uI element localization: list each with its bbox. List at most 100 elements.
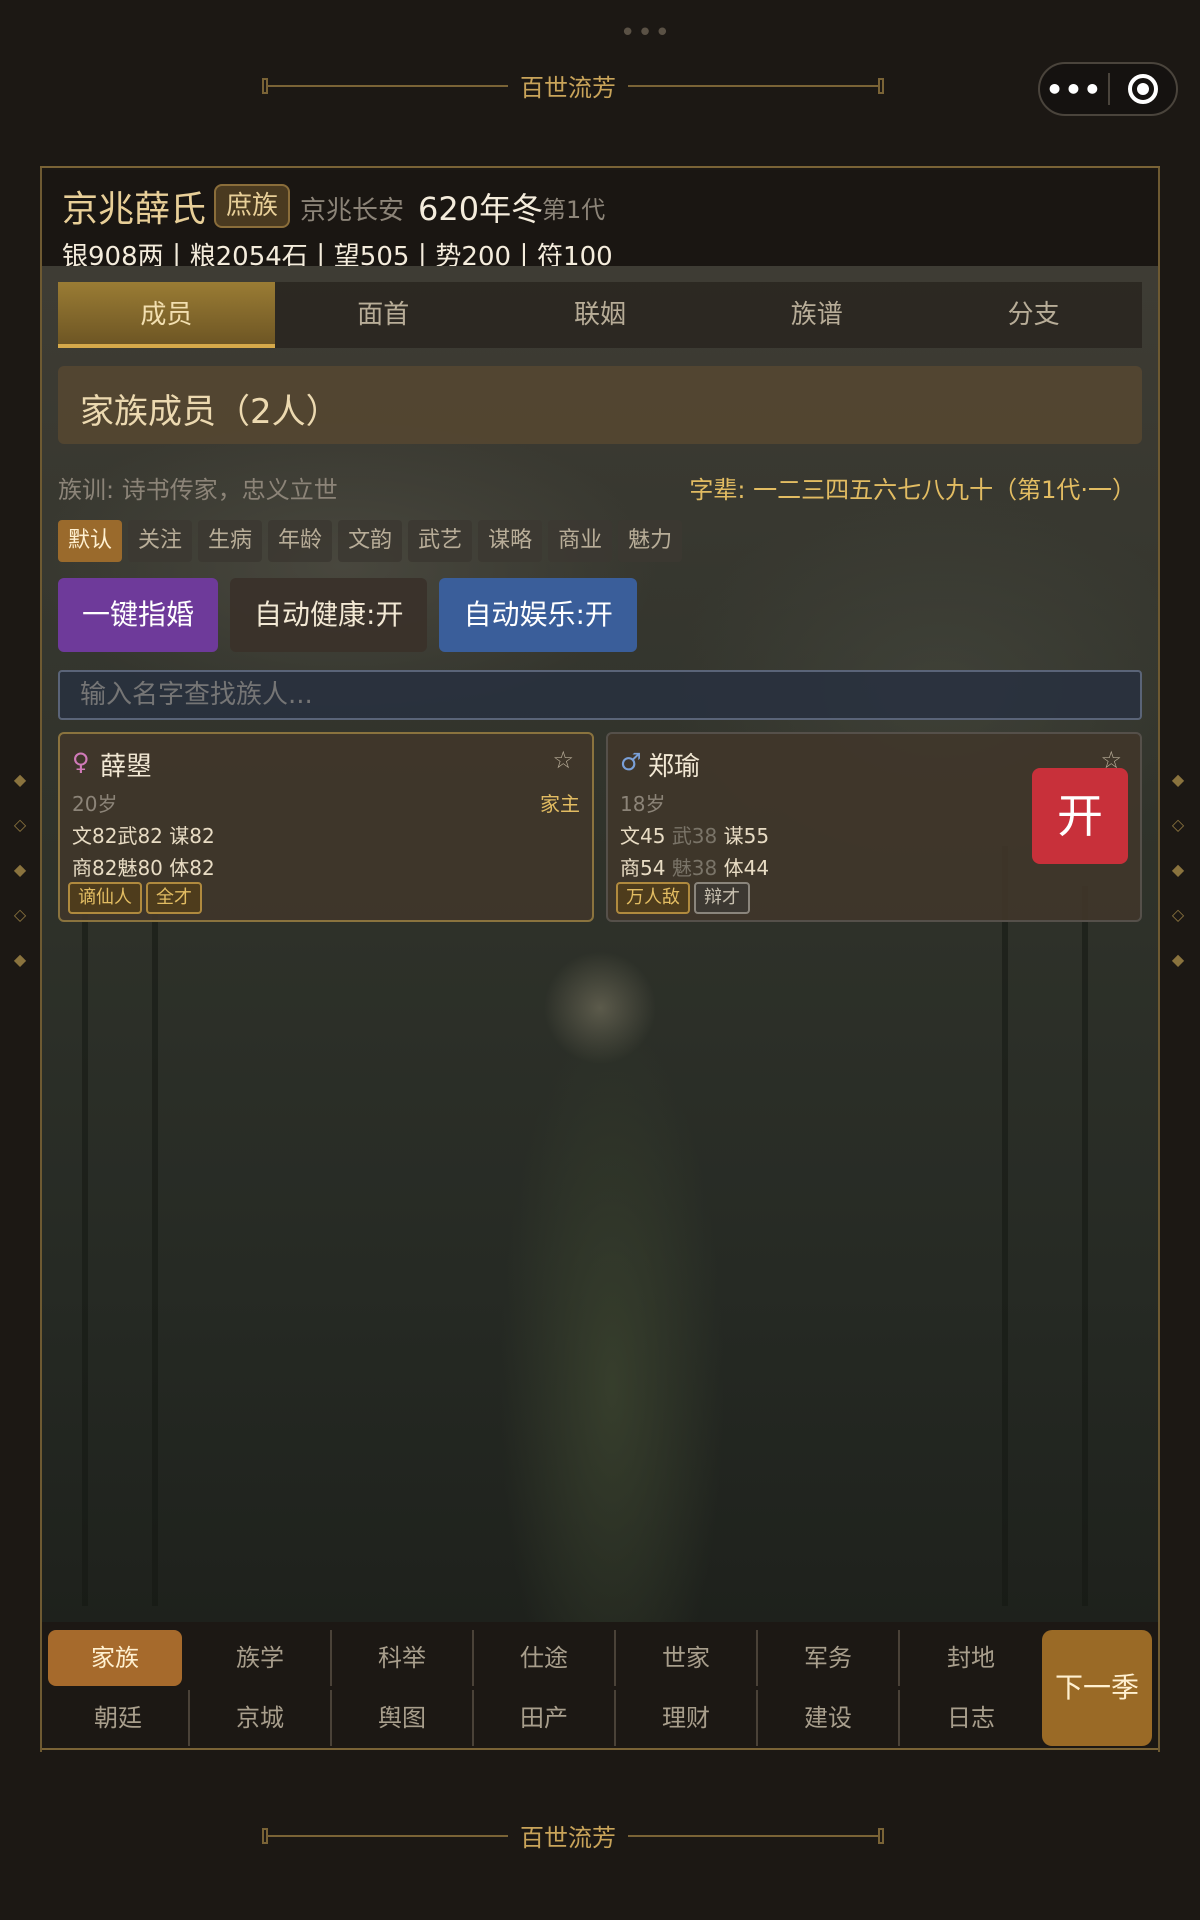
auto-match-button[interactable]: 一键指婚 bbox=[58, 578, 219, 652]
clan-motto: 族训: 诗书传家，忠义立世 bbox=[58, 476, 338, 504]
nav-clan[interactable]: 家族 bbox=[48, 1630, 182, 1686]
stat-business: 商54 bbox=[620, 856, 666, 880]
member-age: 20岁 bbox=[72, 792, 118, 816]
nav-finance[interactable]: 理财 bbox=[616, 1690, 758, 1746]
nav-row: 朝廷 京城 舆图 田产 理财 建设 日志 bbox=[48, 1690, 1042, 1746]
stat-health: 体82 bbox=[169, 856, 215, 880]
stat-martial: 武82 bbox=[117, 824, 163, 848]
capsule-divider bbox=[1108, 73, 1110, 105]
filter-business[interactable]: 商业 bbox=[548, 520, 613, 562]
tab-genealogy[interactable]: 族谱 bbox=[708, 282, 925, 348]
ornament-line bbox=[268, 1834, 508, 1837]
clan-location: 京兆长安 bbox=[300, 196, 405, 226]
ornament-cap bbox=[878, 1827, 884, 1844]
members-title: 家族成员（2人） bbox=[80, 392, 340, 432]
nav-exam[interactable]: 科举 bbox=[332, 1630, 474, 1686]
clan-generation: 第1代 bbox=[542, 196, 606, 224]
nav-military[interactable]: 军务 bbox=[758, 1630, 900, 1686]
stat-literature: 文82 bbox=[72, 824, 118, 848]
nav-court[interactable]: 朝廷 bbox=[48, 1690, 190, 1746]
diamond-icon: ◆ bbox=[1171, 950, 1185, 969]
filter-martial[interactable]: 武艺 bbox=[408, 520, 473, 562]
trait-badge: 万人敌 bbox=[616, 882, 690, 914]
member-traits: 万人敌 辩才 bbox=[616, 882, 750, 914]
close-target-icon[interactable] bbox=[1128, 74, 1158, 104]
stat-literature: 文45 bbox=[620, 824, 666, 848]
filter-literature[interactable]: 文韵 bbox=[338, 520, 403, 562]
nav-fief[interactable]: 封地 bbox=[900, 1630, 1042, 1686]
current-season: 620年冬 bbox=[418, 190, 544, 228]
background-bamboo bbox=[82, 826, 88, 1606]
nav-families[interactable]: 世家 bbox=[616, 1630, 758, 1686]
tab-marriage[interactable]: 联姻 bbox=[492, 282, 709, 348]
title-ornament: 百世流芳 bbox=[262, 68, 884, 103]
member-name: 郑瑜 bbox=[648, 752, 701, 782]
member-age: 18岁 bbox=[620, 792, 666, 816]
title-ornament: 百世流芳 bbox=[262, 1818, 884, 1853]
members-header: 家族成员（2人） bbox=[58, 366, 1142, 444]
member-name: 薛曌 bbox=[100, 752, 153, 782]
generation-names: 字辈: 一二三四五六七八九十（第1代·一） bbox=[689, 476, 1136, 504]
member-stats-row: 商82魅80 体82 bbox=[72, 852, 215, 881]
diamond-outline-icon: ◇ bbox=[1171, 905, 1185, 924]
stat-strategy: 谋82 bbox=[169, 824, 215, 848]
trait-badge: 全才 bbox=[146, 882, 202, 914]
clan-info-bar: 京兆薛氏 庶族 京兆长安 620年冬 第1代 银908两丨粮2054石丨望505… bbox=[42, 170, 1158, 272]
member-stats-row: 商54 魅38 体44 bbox=[620, 852, 769, 881]
female-icon: ♀ bbox=[72, 748, 90, 776]
bottom-bar: 百世流芳 bbox=[40, 1752, 1160, 1920]
action-buttons: 一键指婚 自动健康:开 自动娱乐:开 bbox=[58, 578, 637, 652]
male-icon: ♂ bbox=[620, 748, 642, 776]
bottom-navigation: 家族 族学 科举 仕途 世家 军务 封地 朝廷 京城 舆图 田产 理财 建设 日… bbox=[42, 1622, 1158, 1750]
filter-charm[interactable]: 魅力 bbox=[618, 520, 683, 562]
next-season-button[interactable]: 下一季 bbox=[1042, 1630, 1152, 1746]
diamond-icon: ◆ bbox=[13, 770, 27, 789]
filter-age[interactable]: 年龄 bbox=[268, 520, 333, 562]
filter-strategy[interactable]: 谋略 bbox=[478, 520, 543, 562]
filter-sick[interactable]: 生病 bbox=[198, 520, 263, 562]
open-button[interactable]: 开 bbox=[1032, 768, 1128, 864]
sort-filters: 默认 关注 生病 年龄 文韵 武艺 谋略 商业 魅力 bbox=[58, 520, 683, 562]
footer-title: 百世流芳 bbox=[520, 1824, 616, 1852]
top-bar: ••• 百世流芳 bbox=[40, 0, 1160, 168]
background-bamboo bbox=[152, 866, 158, 1606]
member-card[interactable]: ♀ 薛曌 ☆ 20岁 家主 文82武82 谋82 商82魅80 体82 谪仙人 … bbox=[58, 732, 594, 922]
filter-followed[interactable]: 关注 bbox=[128, 520, 193, 562]
diamond-outline-icon: ◇ bbox=[13, 905, 27, 924]
diamond-icon: ◆ bbox=[13, 860, 27, 879]
nav-career[interactable]: 仕途 bbox=[474, 1630, 616, 1686]
tab-consorts[interactable]: 面首 bbox=[275, 282, 492, 348]
ornament-line bbox=[628, 1834, 878, 1837]
star-icon[interactable]: ☆ bbox=[552, 746, 574, 774]
member-search-input[interactable] bbox=[58, 670, 1142, 720]
nav-school[interactable]: 族学 bbox=[190, 1630, 332, 1686]
drag-dots: ••• bbox=[620, 18, 673, 48]
nav-capital[interactable]: 京城 bbox=[190, 1690, 332, 1746]
nav-log[interactable]: 日志 bbox=[900, 1690, 1042, 1746]
stat-business: 商82 bbox=[72, 856, 118, 880]
nav-map[interactable]: 舆图 bbox=[332, 1690, 474, 1746]
main-panel: 成员 面首 联姻 族谱 分支 家族成员（2人） 族训: 诗书传家，忠义立世 字辈… bbox=[42, 266, 1158, 1622]
nav-fields[interactable]: 田产 bbox=[474, 1690, 616, 1746]
nav-row: 家族 族学 科举 仕途 世家 军务 封地 bbox=[48, 1630, 1042, 1686]
stat-strategy: 谋55 bbox=[723, 824, 770, 848]
auto-health-toggle[interactable]: 自动健康:开 bbox=[230, 578, 428, 652]
tab-branches[interactable]: 分支 bbox=[925, 282, 1142, 348]
more-menu-icon[interactable]: ••• bbox=[1040, 73, 1108, 106]
member-stats-row: 文82武82 谋82 bbox=[72, 820, 215, 849]
filter-default[interactable]: 默认 bbox=[58, 520, 123, 562]
ornament-line bbox=[268, 84, 508, 87]
stat-health: 体44 bbox=[723, 856, 770, 880]
diamond-outline-icon: ◇ bbox=[1171, 815, 1185, 834]
tab-members[interactable]: 成员 bbox=[58, 282, 275, 348]
member-stats-row: 文45 武38 谋55 bbox=[620, 820, 769, 849]
section-tabs: 成员 面首 联姻 族谱 分支 bbox=[58, 282, 1142, 348]
background-bamboo bbox=[1002, 846, 1008, 1606]
nav-construction[interactable]: 建设 bbox=[758, 1690, 900, 1746]
member-traits: 谪仙人 全才 bbox=[68, 882, 202, 914]
auto-fun-toggle[interactable]: 自动娱乐:开 bbox=[439, 578, 637, 652]
ornament-line bbox=[628, 84, 878, 87]
trait-badge: 辩才 bbox=[694, 882, 750, 914]
frame-right-border bbox=[1158, 0, 1160, 1920]
clan-class-badge: 庶族 bbox=[214, 184, 291, 228]
